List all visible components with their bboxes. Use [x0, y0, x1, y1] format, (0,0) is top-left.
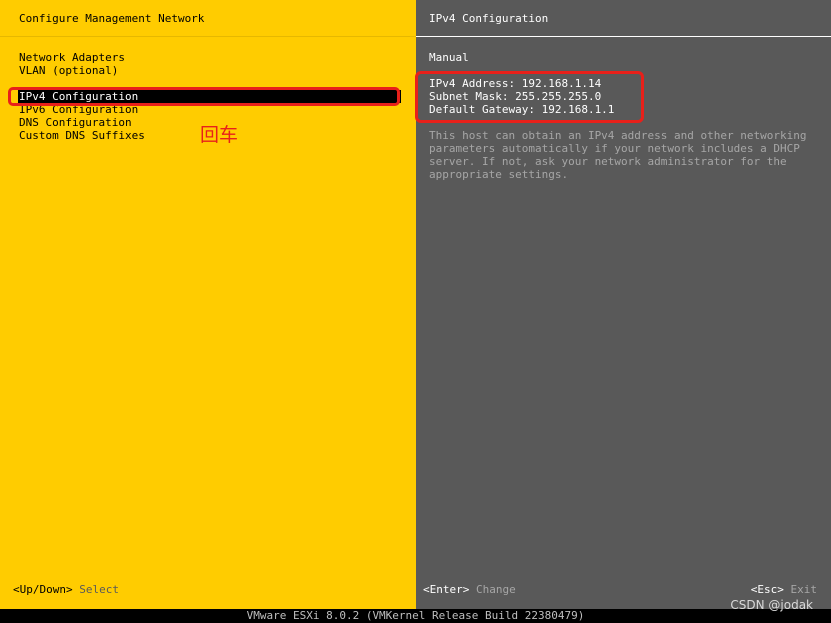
watermark: CSDN @jodak: [730, 598, 813, 612]
updown-key: <Up/Down>: [13, 583, 73, 596]
menu-item-vlan[interactable]: VLAN (optional): [19, 64, 118, 77]
menu-item-custom-dns-suffixes[interactable]: Custom DNS Suffixes: [19, 129, 145, 142]
enter-key: <Enter>: [423, 583, 470, 596]
annotation-text: 回车: [200, 124, 239, 146]
right-panel-title: IPv4 Configuration: [429, 12, 549, 25]
ipv4-description: This host can obtain an IPv4 address and…: [429, 129, 807, 181]
menu-item-dns-configuration[interactable]: DNS Configuration: [19, 116, 132, 129]
menu-item-network-adapters[interactable]: Network Adapters: [19, 51, 125, 64]
ipv4-mode: Manual: [429, 51, 469, 64]
footer-select-hint: <Up/Down> Select: [13, 583, 119, 596]
annotation-box-settings: [415, 71, 644, 123]
exit-action: Exit: [790, 583, 818, 596]
left-panel-divider: [0, 36, 416, 37]
annotation-box-menu: [8, 87, 400, 106]
right-panel-divider: [416, 36, 831, 37]
status-bar-text: VMware ESXi 8.0.2 (VMKernel Release Buil…: [246, 609, 585, 622]
change-action: Change: [475, 583, 516, 596]
esc-key: <Esc>: [750, 583, 784, 596]
select-action: Select: [79, 583, 119, 596]
footer-change-hint: <Enter> Change: [423, 583, 516, 596]
footer-exit-hint: <Esc> Exit: [751, 583, 817, 596]
left-panel-title: Configure Management Network: [19, 12, 205, 25]
